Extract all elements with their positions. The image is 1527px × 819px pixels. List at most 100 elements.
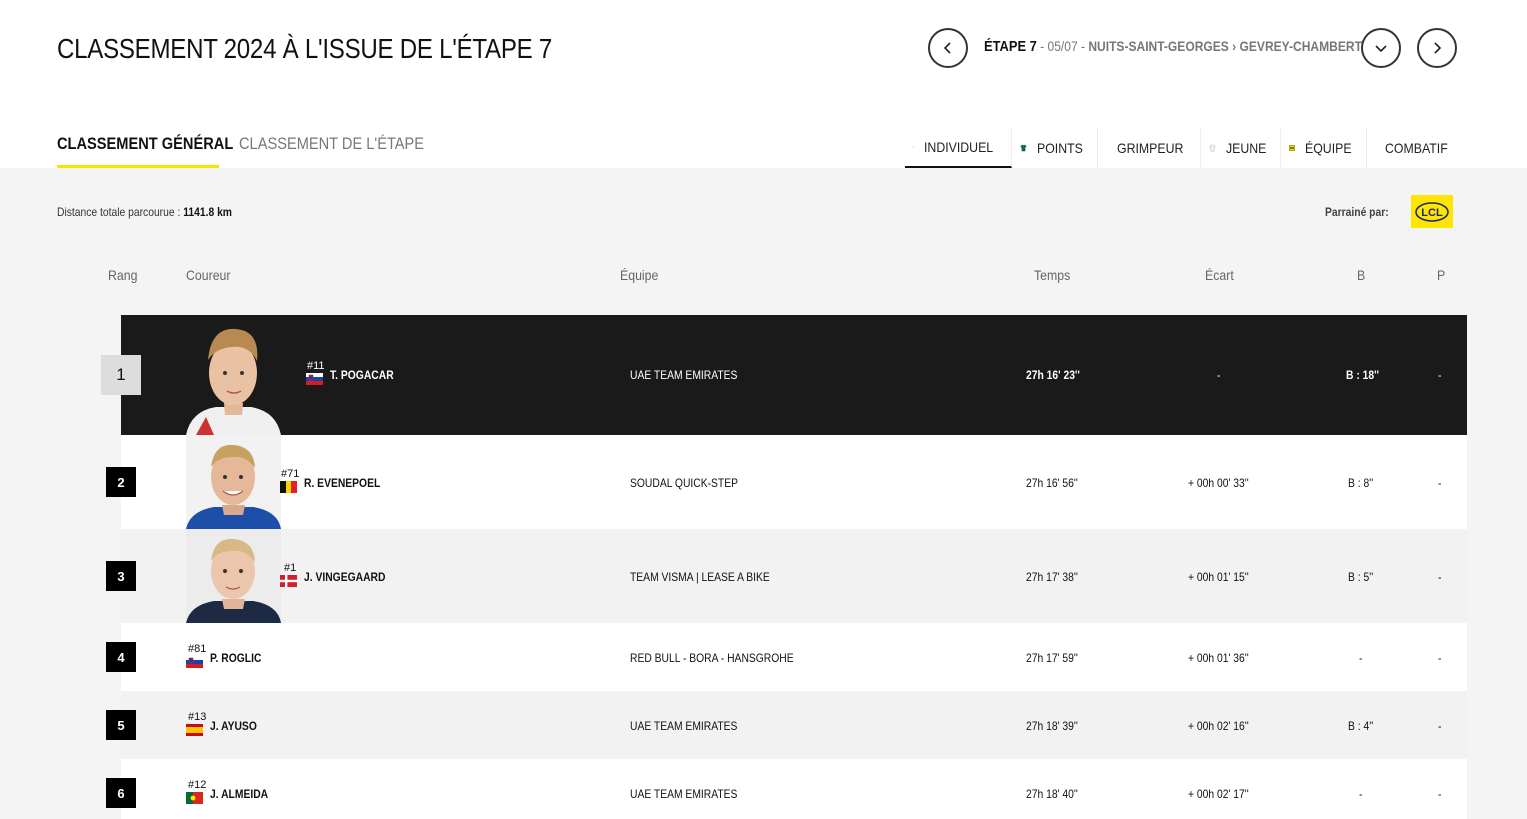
rank-badge: 6	[106, 778, 136, 808]
next-stage-button[interactable]	[1417, 28, 1457, 68]
rank-badge: 2	[106, 467, 136, 497]
total-distance-value: 1141.8 km	[183, 205, 232, 219]
rider-bib: #81	[188, 643, 207, 655]
tab-jeune[interactable]: JEUNE	[1201, 127, 1281, 168]
sponsor-label: Parrainé par:	[1325, 205, 1389, 219]
polka-dot-jersey-icon	[1106, 147, 1107, 148]
rider-time: 27h 17' 38''	[1026, 570, 1078, 584]
rider-gap: + 00h 01' 36''	[1188, 651, 1249, 665]
rider-gap: -	[1217, 368, 1221, 382]
rider-photo	[186, 328, 281, 435]
table-row[interactable]: 4 #81 P. ROGLIC RED BULL - BORA - HANSGR…	[106, 623, 1467, 691]
rider-bonus: -	[1359, 651, 1363, 665]
table-row[interactable]: 2 #71 R. EVENEPOEL SOUDAL QUICK-STEP 27h…	[106, 435, 1467, 529]
column-header-rank: Rang	[108, 267, 138, 283]
slovenia-flag-icon	[186, 656, 203, 668]
rider-name[interactable]: T. POGACAR	[330, 368, 394, 382]
classification-category-tabs: INDIVIDUEL POINTS GRIMPEUR JEUNE 92 ÉQUI…	[905, 127, 1459, 168]
tab-grimpeur[interactable]: GRIMPEUR	[1098, 127, 1201, 168]
rider-name[interactable]: R. EVENEPOEL	[304, 476, 380, 490]
rider-gap: + 00h 00' 33''	[1188, 476, 1249, 490]
stage-selector-label[interactable]: ÉTAPE 7 - 05/07 - NUITS-SAINT-GEORGES › …	[984, 38, 1374, 55]
rider-name[interactable]: J. VINGEGAARD	[304, 570, 385, 584]
rider-bib: #12	[188, 779, 207, 791]
rider-penalty: -	[1438, 651, 1442, 665]
tab-individuel[interactable]: INDIVIDUEL	[905, 127, 1012, 168]
team-name[interactable]: UAE TEAM EMIRATES	[630, 787, 737, 801]
team-name[interactable]: UAE TEAM EMIRATES	[630, 719, 737, 733]
belgium-flag-icon	[280, 481, 297, 493]
stage-number: ÉTAPE 7	[984, 38, 1037, 55]
spain-flag-icon	[186, 724, 203, 736]
rider-bonus: -	[1359, 787, 1363, 801]
rider-portrait	[186, 529, 281, 623]
team-name[interactable]: TEAM VISMA | LEASE A BIKE	[630, 570, 770, 584]
rider-penalty: -	[1438, 570, 1442, 584]
chevron-down-icon	[1375, 45, 1387, 53]
rider-time: 27h 17' 59''	[1026, 651, 1078, 665]
total-distance: Distance totale parcourue : 1141.8 km	[57, 205, 232, 219]
lcl-logo[interactable]: LCL	[1411, 195, 1453, 228]
stage-route: NUITS-SAINT-GEORGES › GEVREY-CHAMBERTIN	[1088, 38, 1374, 54]
rider-bib: #71	[281, 468, 300, 480]
rider-bonus: B : 8''	[1348, 476, 1374, 490]
stage-dropdown-button[interactable]	[1361, 28, 1401, 68]
column-header-team: Équipe	[620, 267, 659, 283]
table-row[interactable]: 6 #12 J. ALMEIDA UAE TEAM EMIRATES 27h 1…	[106, 759, 1467, 819]
table-row[interactable]: 3 #1 J. VINGEGAARD TEAM VISMA | LEASE A …	[106, 529, 1467, 623]
rider-photo	[186, 435, 281, 529]
table-row[interactable]: 5 #13 J. AYUSO UAE TEAM EMIRATES 27h 18'…	[106, 691, 1467, 759]
rider-gap: + 00h 01' 15''	[1188, 570, 1249, 584]
rider-bonus: B : 5''	[1348, 570, 1374, 584]
column-header-bonus: B	[1357, 267, 1366, 283]
stage-date: - 05/07 -	[1036, 38, 1089, 54]
portugal-flag-icon	[186, 792, 203, 804]
previous-stage-button[interactable]	[928, 28, 968, 68]
team-name[interactable]: UAE TEAM EMIRATES	[630, 368, 737, 382]
rider-name[interactable]: J. ALMEIDA	[210, 787, 268, 801]
rider-penalty: -	[1438, 719, 1442, 733]
rider-bonus: B : 18''	[1346, 368, 1380, 382]
column-header-rider: Coureur	[186, 267, 231, 283]
yellow-jersey-icon	[913, 145, 915, 148]
rider-bib: #13	[188, 711, 207, 723]
rider-bib: #1	[284, 562, 297, 574]
top-bar: CLASSEMENT 2024 À L'ISSUE DE L'ÉTAPE 7 É…	[0, 0, 1527, 168]
rider-penalty: -	[1438, 787, 1442, 801]
rider-name[interactable]: J. AYUSO	[210, 719, 257, 733]
green-jersey-icon	[1020, 144, 1027, 151]
rank-badge: 1	[101, 355, 141, 395]
table-row[interactable]: 1 #11 T. POGACAR UAE TEAM EMIRATES 27h 1…	[101, 315, 1467, 435]
tab-points[interactable]: POINTS	[1012, 127, 1098, 168]
rider-bonus: B : 4''	[1348, 719, 1374, 733]
tab-classement-etape[interactable]: CLASSEMENT DE L'ÉTAPE	[239, 134, 424, 154]
lcl-logo-mark: LCL	[1415, 201, 1449, 222]
denmark-flag-icon	[280, 575, 297, 587]
rank-badge: 5	[106, 710, 136, 740]
team-name[interactable]: RED BULL - BORA - HANSGROHE	[630, 651, 794, 665]
column-header-time: Temps	[1034, 267, 1071, 283]
page-title: CLASSEMENT 2024 À L'ISSUE DE L'ÉTAPE 7	[57, 33, 553, 64]
rider-gap: + 00h 02' 16''	[1188, 719, 1249, 733]
rider-time: 27h 18' 39''	[1026, 719, 1078, 733]
rider-name[interactable]: P. ROGLIC	[210, 651, 261, 665]
rider-portrait	[186, 435, 281, 529]
rank-badge: 3	[106, 561, 136, 591]
tab-equipe[interactable]: 92 ÉQUIPE	[1281, 127, 1367, 168]
rider-time: 27h 18' 40''	[1026, 787, 1078, 801]
svg-text:92: 92	[1290, 146, 1294, 150]
column-header-penalty: P	[1437, 267, 1446, 283]
white-jersey-icon	[1209, 144, 1216, 151]
tab-combatif[interactable]: 1 COMBATIF	[1367, 127, 1459, 168]
rider-bib: #11	[307, 360, 325, 372]
rider-photo	[186, 529, 281, 623]
rider-penalty: -	[1438, 368, 1442, 382]
chevron-right-icon	[1434, 42, 1442, 54]
rider-gap: + 00h 02' 17''	[1188, 787, 1249, 801]
rider-time: 27h 16' 23''	[1026, 368, 1080, 382]
team-name[interactable]: SOUDAL QUICK-STEP	[630, 476, 738, 490]
chevron-left-icon	[943, 42, 951, 54]
tab-classement-general[interactable]: CLASSEMENT GÉNÉRAL	[57, 134, 233, 154]
slovenia-flag-icon	[306, 373, 323, 385]
team-badge-icon: 92	[1289, 144, 1295, 151]
